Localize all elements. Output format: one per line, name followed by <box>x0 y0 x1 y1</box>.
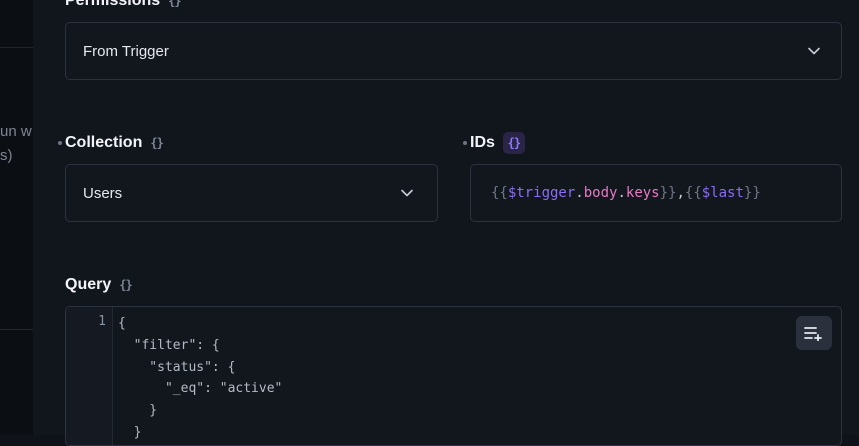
permissions-label: Permissions <box>65 0 161 9</box>
permissions-select[interactable]: From Trigger <box>65 22 842 80</box>
template-dot: . <box>617 185 626 201</box>
collection-label-row: Collection {} <box>65 134 164 152</box>
sidebar-text-fragment: un w <box>0 123 32 140</box>
query-label-row: Query {} <box>65 276 133 294</box>
permissions-value: From Trigger <box>83 42 169 60</box>
query-label: Query <box>65 276 112 293</box>
template-variable: $last <box>701 185 744 201</box>
collection-select[interactable]: Users <box>65 164 438 222</box>
permissions-label-row: Permissions {} <box>65 0 182 10</box>
braces-icon[interactable]: {} <box>150 136 163 150</box>
braces-icon[interactable]: {} <box>502 132 525 154</box>
chevron-down-icon <box>401 189 413 197</box>
ids-label: IDs <box>470 134 495 151</box>
chevron-down-icon <box>808 47 820 55</box>
template-brace: }} <box>743 185 761 201</box>
required-dot <box>58 141 62 145</box>
template-brace: }} <box>659 185 677 201</box>
line-number-gutter: 1 <box>66 307 113 445</box>
sidebar-text-fragment: s) <box>0 147 13 164</box>
template-property: body <box>583 185 618 201</box>
query-code[interactable]: { "filter": { "status": { "_eq": "active… <box>118 313 282 444</box>
template-brace: {{ <box>684 185 702 201</box>
sidebar-edge: un w s) <box>0 0 34 435</box>
ids-label-row: IDs {} <box>470 132 525 154</box>
sidebar-divider <box>0 329 33 330</box>
braces-icon[interactable]: {} <box>119 278 132 292</box>
template-dot: . <box>575 185 584 201</box>
required-dot <box>463 141 467 145</box>
sidebar-divider <box>0 47 33 48</box>
template-property: keys <box>625 185 660 201</box>
collection-value: Users <box>83 184 123 202</box>
template-brace: {{ <box>491 185 508 201</box>
template-comma: , <box>676 185 685 201</box>
ids-input[interactable]: {{$trigger. body. keys}},{{$last}} <box>470 164 842 222</box>
template-variable: $trigger <box>507 185 576 201</box>
query-code-editor[interactable]: 1 { "filter": { "status": { "_eq": "acti… <box>65 306 842 446</box>
collection-label: Collection <box>65 134 143 151</box>
braces-icon[interactable]: {} <box>168 0 181 8</box>
format-button[interactable] <box>796 316 832 350</box>
line-number: 1 <box>98 314 106 329</box>
format-list-icon <box>804 327 822 341</box>
